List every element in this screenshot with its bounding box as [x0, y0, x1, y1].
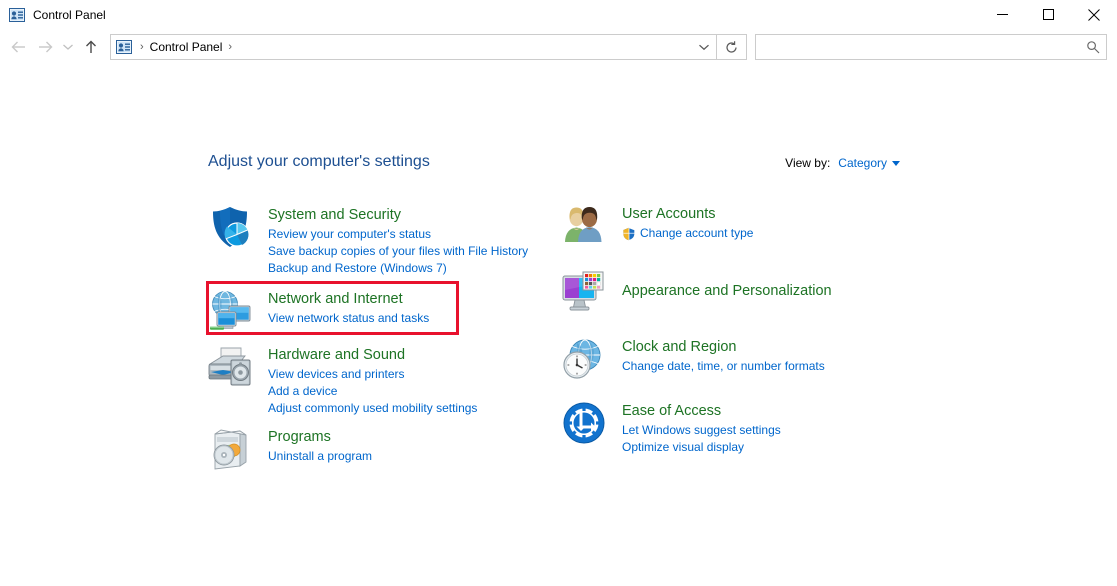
- category-body: Appearance and Personalization: [622, 269, 832, 302]
- category-title-ease-of-access[interactable]: Ease of Access: [622, 402, 721, 421]
- printer-icon: [206, 343, 254, 391]
- search-input[interactable]: [756, 39, 1080, 55]
- up-button[interactable]: [78, 32, 104, 62]
- category-body: Hardware and Sound View devices and prin…: [268, 343, 477, 417]
- window-controls: [979, 0, 1117, 29]
- network-icon: [206, 287, 254, 335]
- category-title-clock-and-region[interactable]: Clock and Region: [622, 338, 736, 357]
- breadcrumb-item-control-panel[interactable]: Control Panel: [148, 40, 225, 54]
- monitor-palette-icon: [560, 269, 608, 317]
- minimize-button[interactable]: [979, 0, 1025, 29]
- category-title-appearance-and-personalization[interactable]: Appearance and Personalization: [622, 282, 832, 301]
- view-by-control: View by: Category: [785, 156, 900, 170]
- address-bar[interactable]: › Control Panel ›: [110, 34, 717, 60]
- breadcrumb-control-panel-icon: [116, 39, 132, 55]
- view-by-label: View by:: [785, 156, 831, 170]
- link-uninstall-a-program[interactable]: Uninstall a program: [268, 448, 372, 465]
- link-add-a-device[interactable]: Add a device: [268, 383, 477, 400]
- content-area: Adjust your computer's settings View by:…: [0, 65, 1117, 586]
- category-system-and-security[interactable]: System and Security Review your computer…: [206, 203, 546, 277]
- link-let-windows-suggest-settings[interactable]: Let Windows suggest settings: [622, 422, 781, 439]
- recent-locations-button[interactable]: [58, 32, 78, 62]
- link-review-your-computers-status[interactable]: Review your computer's status: [268, 226, 528, 243]
- link-adjust-commonly-used-mobility-settings[interactable]: Adjust commonly used mobility settings: [268, 400, 477, 417]
- uac-shield-icon: [622, 227, 636, 241]
- category-title-hardware-and-sound[interactable]: Hardware and Sound: [268, 346, 405, 365]
- back-button[interactable]: [6, 32, 32, 62]
- link-backup-and-restore-windows-7[interactable]: Backup and Restore (Windows 7): [268, 260, 528, 277]
- category-ease-of-access[interactable]: Ease of Access Let Windows suggest setti…: [560, 399, 900, 456]
- category-title-system-and-security[interactable]: System and Security: [268, 206, 401, 225]
- link-optimize-visual-display[interactable]: Optimize visual display: [622, 439, 781, 456]
- shield-icon: [206, 203, 254, 251]
- category-appearance-and-personalization[interactable]: Appearance and Personalization: [560, 269, 900, 317]
- maximize-button[interactable]: [1025, 0, 1071, 29]
- chevron-down-icon: [892, 160, 900, 166]
- users-icon: [560, 203, 608, 251]
- forward-button[interactable]: [32, 32, 58, 62]
- clock-globe-icon: [560, 335, 608, 383]
- search-box[interactable]: [755, 34, 1107, 60]
- category-body: User Accounts Change account type: [622, 203, 753, 242]
- link-change-account-type[interactable]: Change account type: [622, 225, 753, 242]
- category-body: Network and Internet View network status…: [268, 287, 429, 327]
- category-clock-and-region[interactable]: Clock and Region Change date, time, or n…: [560, 335, 900, 383]
- page-title: Adjust your computer's settings: [208, 153, 430, 170]
- control-panel-icon: [9, 7, 25, 23]
- refresh-button[interactable]: [717, 34, 747, 60]
- chevron-down-icon[interactable]: [692, 35, 716, 59]
- category-network-and-internet[interactable]: Network and Internet View network status…: [206, 287, 546, 335]
- ease-of-access-icon: [560, 399, 608, 447]
- category-programs[interactable]: Programs Uninstall a program: [206, 425, 546, 473]
- category-hardware-and-sound[interactable]: Hardware and Sound View devices and prin…: [206, 343, 546, 417]
- category-body: System and Security Review your computer…: [268, 203, 528, 277]
- view-by-value: Category: [838, 156, 887, 170]
- category-column-right: User Accounts Change account type Appear…: [560, 203, 900, 464]
- breadcrumb-separator-2[interactable]: ›: [224, 41, 236, 53]
- close-button[interactable]: [1071, 0, 1117, 29]
- title-bar: Control Panel: [0, 0, 1117, 29]
- category-title-programs[interactable]: Programs: [268, 428, 331, 447]
- navigation-bar: › Control Panel ›: [0, 29, 1117, 65]
- link-view-devices-and-printers[interactable]: View devices and printers: [268, 366, 477, 383]
- link-label: Change account type: [640, 226, 754, 240]
- category-title-user-accounts[interactable]: User Accounts: [622, 205, 716, 224]
- category-user-accounts[interactable]: User Accounts Change account type: [560, 203, 900, 251]
- view-by-dropdown[interactable]: Category: [838, 156, 900, 170]
- link-view-network-status-and-tasks[interactable]: View network status and tasks: [268, 310, 429, 327]
- window-title: Control Panel: [33, 7, 106, 22]
- category-body: Programs Uninstall a program: [268, 425, 372, 465]
- category-column-left: System and Security Review your computer…: [206, 203, 546, 481]
- category-title-network-and-internet[interactable]: Network and Internet: [268, 290, 403, 309]
- link-change-date-time-or-number-formats[interactable]: Change date, time, or number formats: [622, 358, 825, 375]
- category-body: Clock and Region Change date, time, or n…: [622, 335, 825, 375]
- link-save-backup-copies-file-history[interactable]: Save backup copies of your files with Fi…: [268, 243, 528, 260]
- category-body: Ease of Access Let Windows suggest setti…: [622, 399, 781, 456]
- programs-icon: [206, 425, 254, 473]
- search-icon[interactable]: [1080, 35, 1106, 59]
- breadcrumb-separator-1[interactable]: ›: [136, 41, 148, 53]
